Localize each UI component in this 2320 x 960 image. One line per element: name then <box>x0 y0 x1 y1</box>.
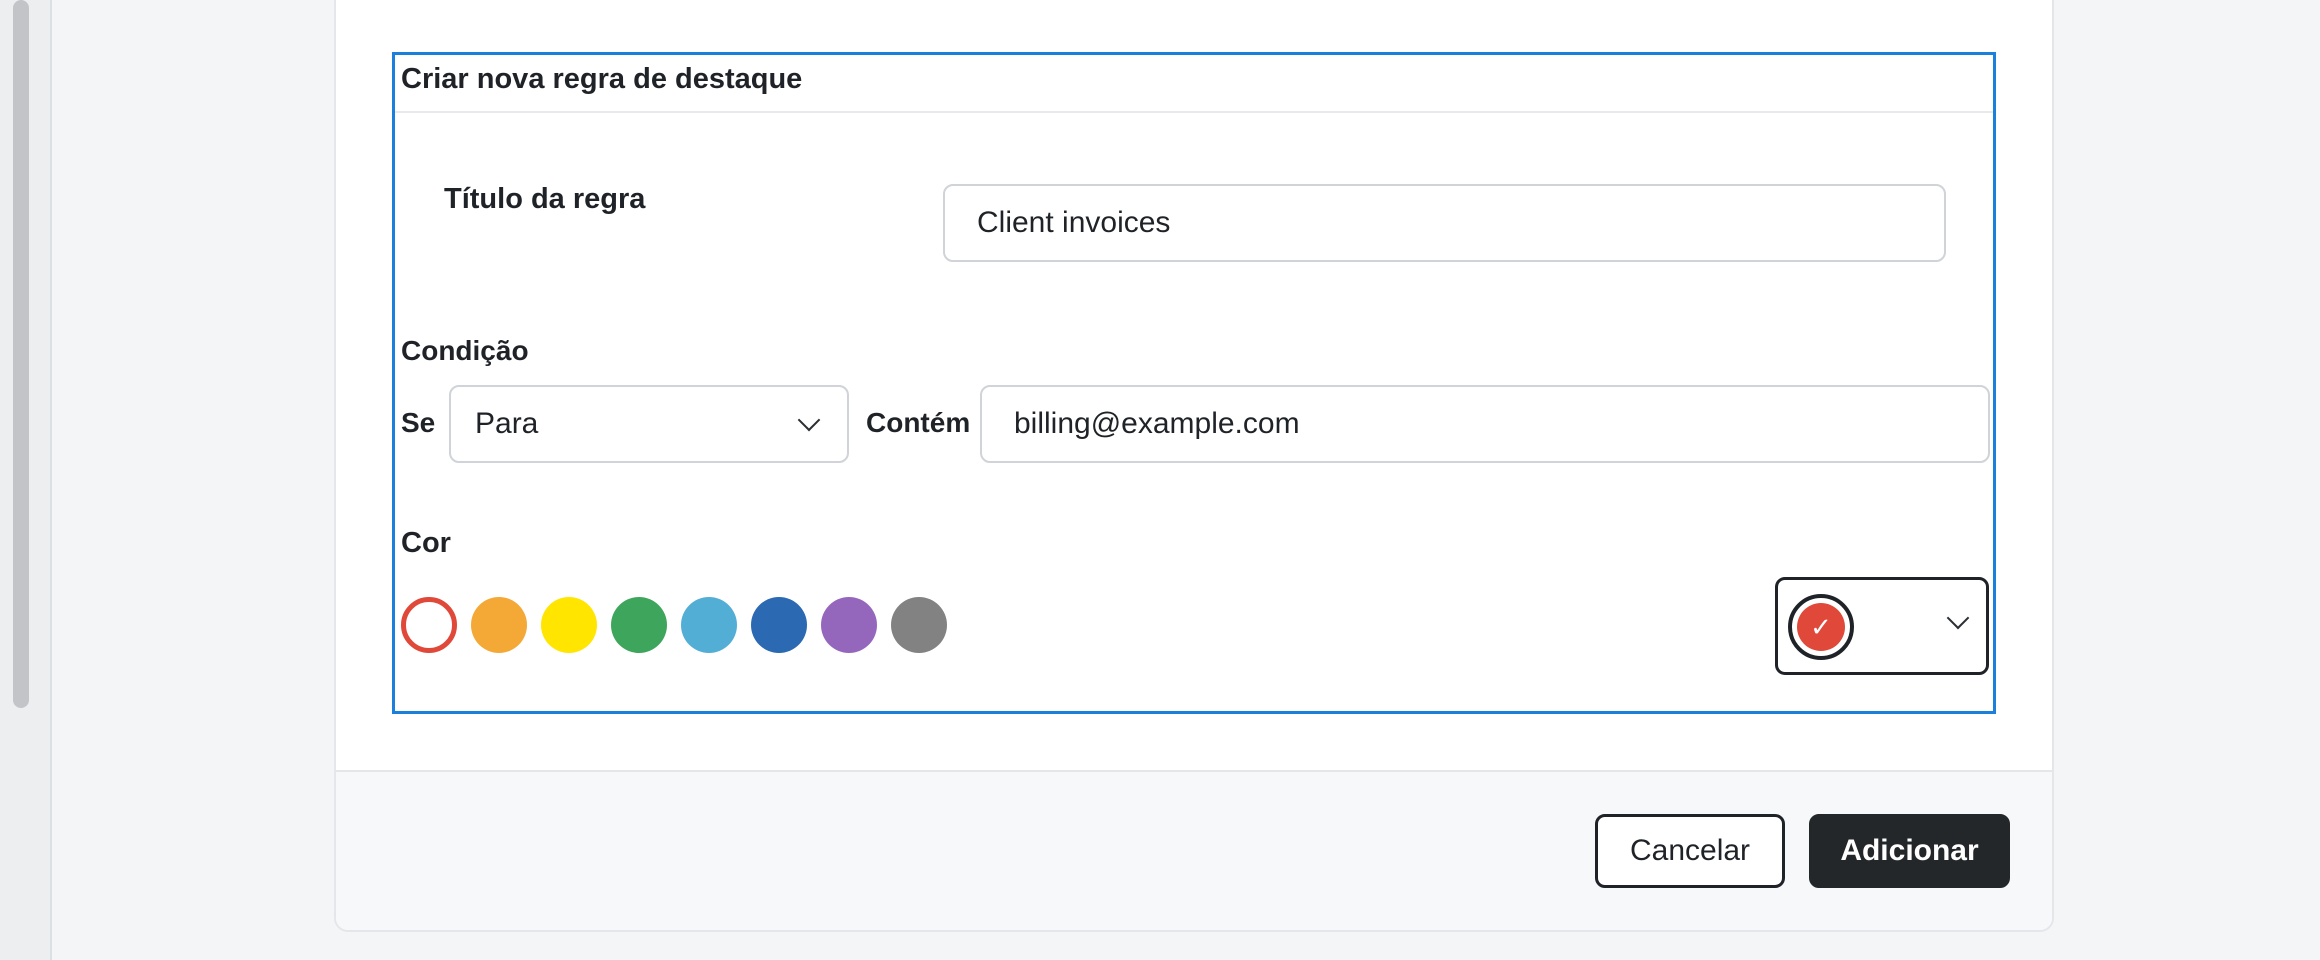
contains-label: Contém <box>866 407 971 438</box>
rule-title-label: Título da regra <box>444 183 646 215</box>
color-swatch-blue[interactable] <box>751 597 807 653</box>
check-icon: ✓ <box>1797 603 1845 651</box>
page-scrollbar-thumb[interactable] <box>13 0 29 708</box>
page-scrollbar-track[interactable] <box>0 0 52 960</box>
chevron-down-icon <box>1946 606 1970 630</box>
color-swatch-gray[interactable] <box>891 597 947 653</box>
cancel-button[interactable]: Cancelar <box>1595 814 1785 888</box>
rule-form-fieldset: Criar nova regra de destaque Título da r… <box>392 52 1996 714</box>
color-swatch-green[interactable] <box>611 597 667 653</box>
color-picker-dropdown[interactable]: ✓ <box>1775 577 1989 675</box>
color-swatch-purple[interactable] <box>821 597 877 653</box>
field-select-value: Para <box>475 407 539 440</box>
dialog-footer <box>336 770 2052 930</box>
condition-label: Condição <box>401 335 529 366</box>
if-label: Se <box>401 407 436 438</box>
field-select[interactable]: Para <box>449 385 849 463</box>
form-heading: Criar nova regra de destaque <box>401 63 803 95</box>
contains-value-input[interactable] <box>980 385 1990 463</box>
rule-title-input[interactable] <box>943 184 1946 262</box>
color-label: Cor <box>401 527 451 559</box>
color-swatch-yellow[interactable] <box>541 597 597 653</box>
color-swatch-orange[interactable] <box>471 597 527 653</box>
color-swatch-red[interactable] <box>401 597 457 653</box>
color-swatch-light-blue[interactable] <box>681 597 737 653</box>
add-button[interactable]: Adicionar <box>1809 814 2010 888</box>
chevron-down-icon <box>797 408 821 432</box>
heading-divider <box>395 111 1993 113</box>
selected-color-indicator: ✓ <box>1788 594 1854 660</box>
